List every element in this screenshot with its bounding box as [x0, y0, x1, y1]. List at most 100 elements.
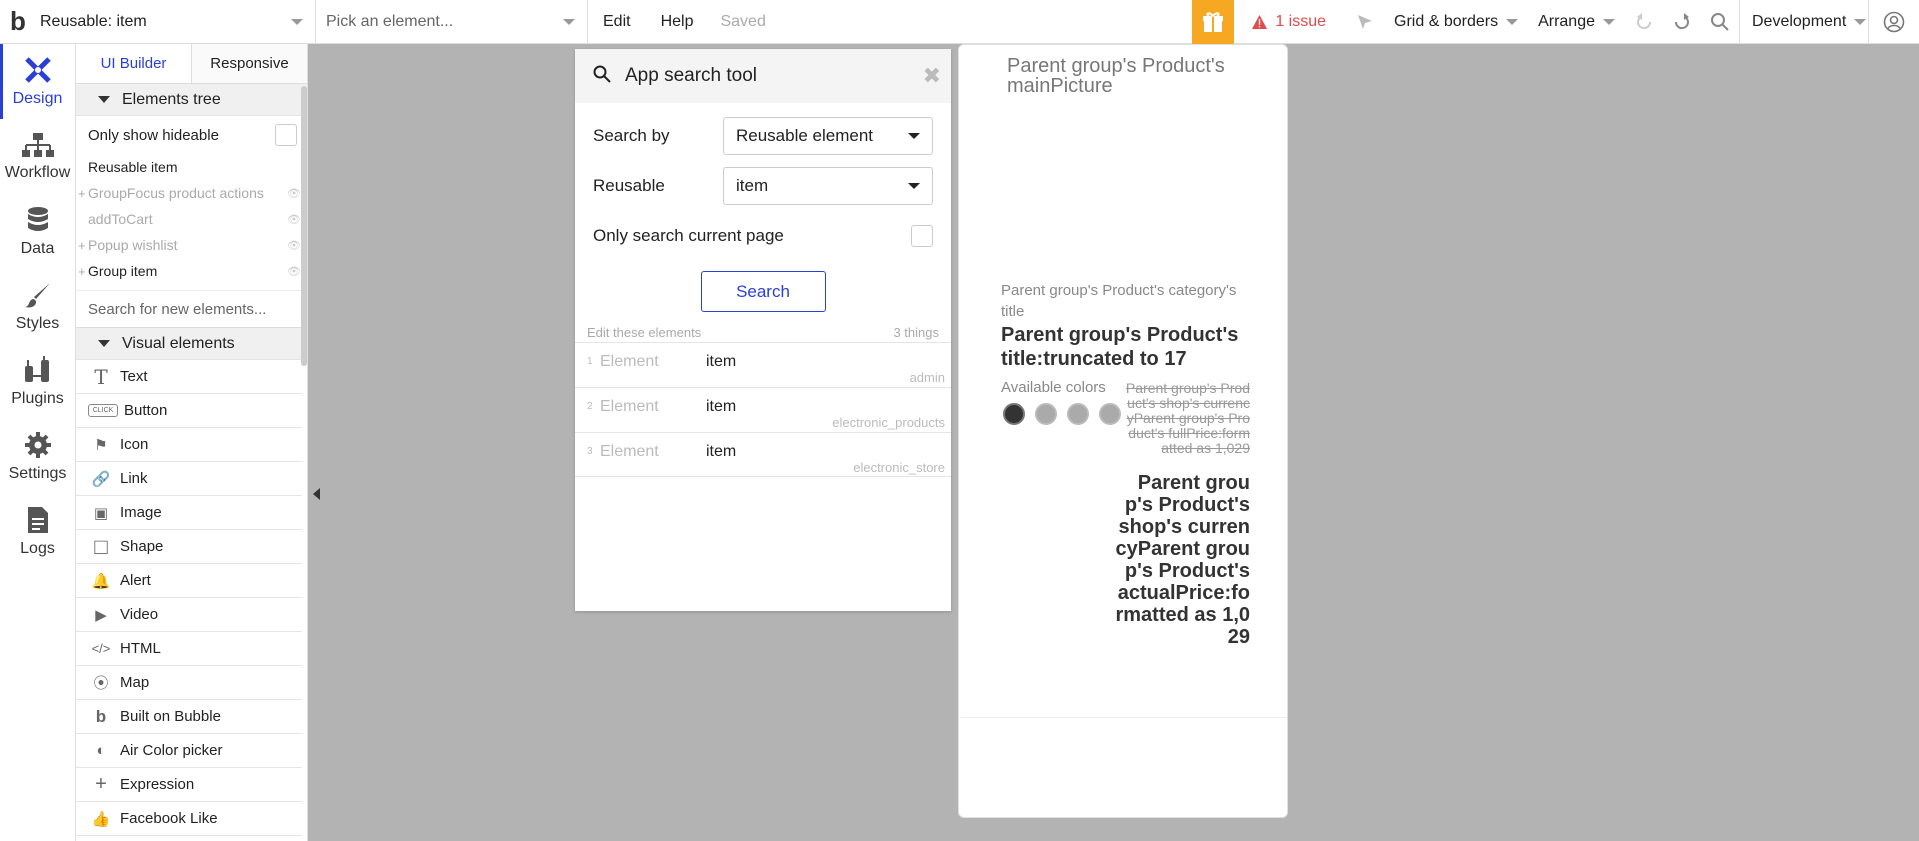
- eye-icon[interactable]: 👁: [287, 187, 301, 200]
- warning-icon: [1252, 14, 1268, 29]
- nav-design[interactable]: Design: [0, 44, 75, 119]
- video-icon: ▶: [95, 606, 107, 624]
- tree-item[interactable]: + Group item 👁: [76, 258, 307, 284]
- chevron-down-icon: [291, 18, 303, 25]
- visual-element-shape[interactable]: □ Shape: [76, 530, 302, 564]
- product-category-text[interactable]: Parent group's Product's category's titl…: [1001, 280, 1261, 322]
- app-search-tool: App search tool ✖ Search by Reusable ele…: [575, 49, 951, 611]
- search-icon: [593, 65, 611, 88]
- search-by-dropdown[interactable]: Reusable element: [723, 117, 933, 155]
- visual-element-link[interactable]: 🔗 Link: [76, 462, 302, 496]
- color-swatch[interactable]: [1035, 403, 1057, 425]
- visual-element-alert[interactable]: 🔔 Alert: [76, 564, 302, 598]
- issues-indicator[interactable]: 1 issue: [1234, 13, 1346, 31]
- result-row[interactable]: 2 Element item electronic_products: [575, 387, 951, 432]
- only-hideable-checkbox[interactable]: [275, 124, 297, 146]
- grid-borders-menu[interactable]: Grid & borders: [1384, 13, 1528, 31]
- element-picker[interactable]: Pick an element...: [316, 0, 588, 44]
- tree-item[interactable]: + Popup wishlist 👁: [76, 232, 307, 258]
- visual-element-label: Button: [124, 402, 168, 419]
- visual-element-label: Link: [120, 470, 148, 487]
- visual-element-image[interactable]: ▣ Image: [76, 496, 302, 530]
- full-price-text[interactable]: Parent group's Product's shop's currency…: [1121, 381, 1250, 456]
- gear-icon: [24, 431, 51, 458]
- panel-scrollbar[interactable]: [301, 86, 307, 366]
- close-icon[interactable]: ✖: [923, 63, 941, 89]
- gift-icon[interactable]: [1192, 0, 1235, 44]
- design-icon: [24, 56, 51, 83]
- visual-element-map[interactable]: ⦿ Map: [76, 666, 302, 700]
- result-row[interactable]: 3 Element item electronic_store: [575, 432, 951, 477]
- color-swatch[interactable]: [1099, 403, 1121, 425]
- eye-icon[interactable]: 👁: [287, 213, 301, 226]
- search-button[interactable]: Search: [700, 271, 826, 312]
- tree-item[interactable]: Reusable item: [76, 154, 307, 180]
- collapse-panel-icon[interactable]: [313, 488, 320, 500]
- elements-panel: UI Builder Responsive Elements tree Only…: [76, 44, 308, 841]
- nav-settings-label: Settings: [8, 464, 67, 482]
- tab-ui-builder[interactable]: UI Builder: [76, 44, 191, 83]
- product-card-group[interactable]: Parent group's Product's mainPicture Par…: [961, 45, 1287, 718]
- visual-element-label: Alert: [120, 572, 151, 589]
- available-colors-label[interactable]: Available colors: [1001, 379, 1106, 396]
- search-icon[interactable]: [1701, 12, 1739, 32]
- search-elements-input[interactable]: Search for new elements...: [76, 290, 307, 328]
- visual-element-facebook-like[interactable]: 👍 Facebook Like: [76, 802, 302, 836]
- tab-responsive[interactable]: Responsive: [191, 44, 307, 83]
- reusable-dropdown[interactable]: item: [723, 167, 933, 205]
- actual-price-text[interactable]: Parent group's Product's shop's currency…: [1111, 472, 1250, 648]
- tree-item[interactable]: addToCart 👁: [76, 206, 307, 232]
- shape-icon: □: [94, 533, 108, 559]
- expand-plus-icon[interactable]: +: [78, 264, 86, 279]
- element-picker-placeholder: Pick an element...: [326, 12, 454, 30]
- expand-plus-icon[interactable]: +: [78, 186, 86, 201]
- expand-plus-icon[interactable]: +: [78, 238, 86, 253]
- brush-icon: [24, 282, 50, 308]
- visual-element-label: Icon: [120, 436, 149, 453]
- visual-element-expression[interactable]: + Expression: [76, 768, 302, 802]
- reusable-select[interactable]: Reusable: item: [36, 0, 316, 44]
- bubble-icon: b: [95, 706, 107, 726]
- visual-elements-header[interactable]: Visual elements: [76, 328, 307, 360]
- tree-item-label: Reusable item: [88, 159, 178, 175]
- result-row[interactable]: 1 Element item admin: [575, 342, 951, 387]
- visual-element-built-on-bubble[interactable]: b Built on Bubble: [76, 700, 302, 734]
- product-title-text[interactable]: Parent group's Product's title:truncated…: [1001, 323, 1261, 371]
- elements-tree-header[interactable]: Elements tree: [76, 84, 307, 116]
- eye-icon[interactable]: 👁: [287, 239, 301, 252]
- nav-workflow[interactable]: Workflow: [0, 119, 75, 194]
- visual-element-video[interactable]: ▶ Video: [76, 598, 302, 632]
- visual-element-html[interactable]: </> HTML: [76, 632, 302, 666]
- bubble-logo[interactable]: b: [0, 0, 36, 44]
- visual-element-color-picker[interactable]: ◐ Air Color picker: [76, 734, 302, 768]
- user-account-icon[interactable]: [1869, 11, 1919, 33]
- reusable-element-canvas[interactable]: Parent group's Product's mainPicture Par…: [958, 44, 1288, 818]
- undo-icon[interactable]: [1625, 12, 1663, 32]
- only-current-page-checkbox[interactable]: [911, 225, 933, 247]
- visual-element-icon[interactable]: ⚑ Icon: [76, 428, 302, 462]
- product-main-picture[interactable]: Parent group's Product's mainPicture: [1007, 56, 1247, 96]
- redo-icon[interactable]: [1663, 12, 1701, 32]
- tree-item-label: Group item: [88, 263, 158, 279]
- nav-settings[interactable]: Settings: [0, 419, 75, 494]
- help-menu[interactable]: Help: [646, 13, 709, 31]
- nav-data[interactable]: Data: [0, 194, 75, 269]
- nav-styles[interactable]: Styles: [0, 269, 75, 344]
- eye-icon[interactable]: 👁: [287, 265, 301, 278]
- cursor-icon[interactable]: [1346, 13, 1384, 31]
- arrange-menu[interactable]: Arrange: [1528, 13, 1625, 31]
- arrange-label: Arrange: [1538, 12, 1595, 30]
- tree-item[interactable]: + GroupFocus product actions 👁: [76, 180, 307, 206]
- nav-plugins[interactable]: Plugins: [0, 344, 75, 419]
- visual-elements-list: T Text CLICK Button ⚑ Icon 🔗 Link ▣ Image □ Sh…: [76, 360, 307, 836]
- environment-select[interactable]: Development: [1739, 0, 1869, 44]
- visual-element-label: Map: [120, 674, 150, 691]
- edit-menu[interactable]: Edit: [588, 13, 646, 31]
- color-swatch[interactable]: [1067, 403, 1089, 425]
- color-swatch[interactable]: [1003, 403, 1025, 425]
- visual-element-text[interactable]: T Text: [76, 360, 302, 394]
- flag-icon: ⚑: [94, 436, 108, 454]
- edit-elements-link[interactable]: Edit these elements: [587, 325, 701, 340]
- nav-logs[interactable]: Logs: [0, 494, 75, 569]
- visual-element-button[interactable]: CLICK Button: [76, 394, 302, 428]
